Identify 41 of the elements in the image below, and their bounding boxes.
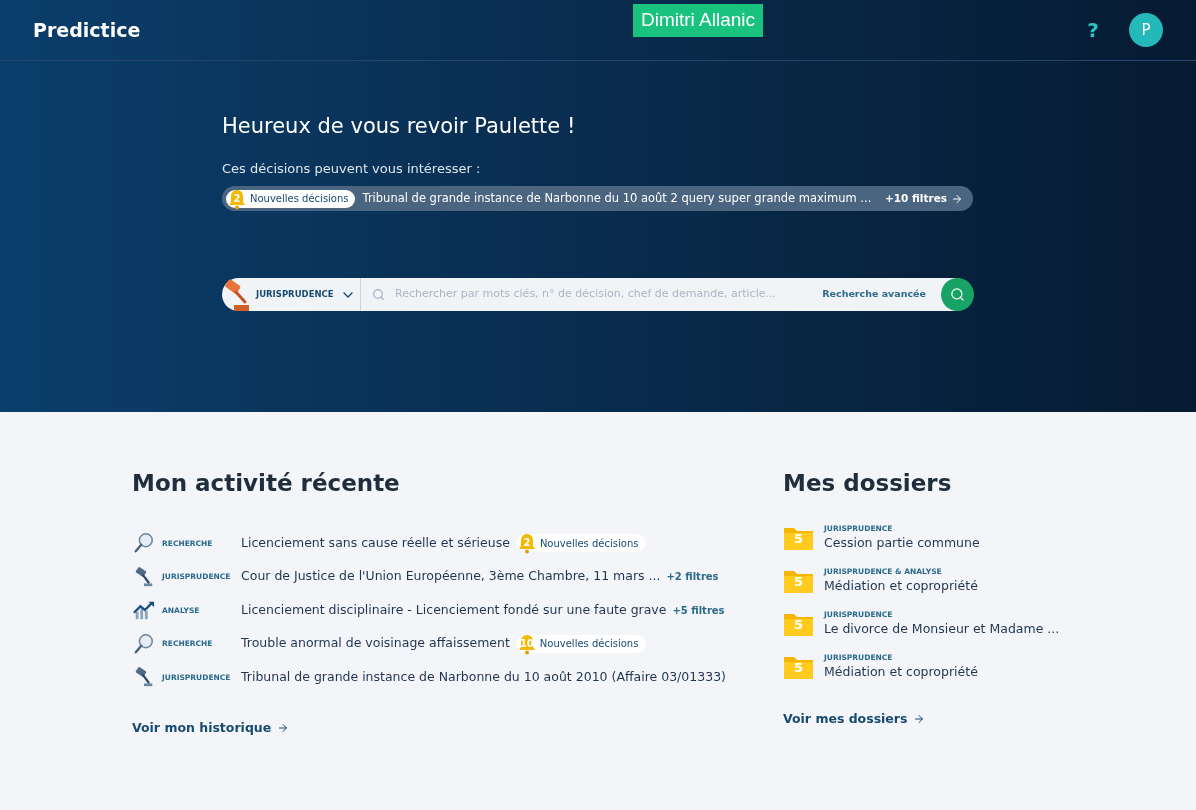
help-button[interactable]: ? (1081, 15, 1105, 45)
activity-title: Trouble anormal de voisinage affaissement (241, 634, 510, 653)
section-title: Mes dossiers (783, 469, 953, 498)
logo[interactable]: Predictice (33, 15, 141, 45)
activity-title: Licenciement sans cause réelle et sérieuse (241, 533, 510, 552)
gavel-icon (222, 278, 252, 311)
folders-link[interactable]: Voir mes dossiers (783, 709, 1083, 729)
section-title: Mon activité récente (132, 469, 401, 498)
activity-title: Cour de Justice de l'Union Européenne, 3ème Chambre, 11 mars ... (241, 567, 661, 586)
search-icon (372, 288, 385, 301)
arrow-right-icon (951, 192, 963, 205)
activity-title: Tribunal de grande instance de Narbonne du 10 août 2010 (Affaire 03/01333) (241, 667, 726, 686)
cursor-label: Dimitri Allanic (633, 4, 764, 37)
history-link[interactable]: Voir mon historique (132, 719, 783, 738)
folder-name: Médiation et copropriété (824, 576, 978, 595)
search-button[interactable] (941, 278, 974, 311)
folder-name: Médiation et copropriété (824, 662, 978, 681)
suggestion-label: Ces décisions peuvent vous intéresser : (222, 159, 482, 178)
folder-name: Le divorce de Monsieur et Madame ... (824, 619, 1060, 638)
magnifier-icon (133, 632, 155, 655)
suggestion-chip[interactable]: 2 Nouvelles décisions Tribunal de grande instance de Narbonne du 10 août 2 query super grande maximum ... +10 filtres (222, 186, 973, 211)
category-dropdown[interactable]: JURISPRUDENCE (252, 278, 360, 311)
new-decisions-badge: 2 Nouvelles décisions (226, 189, 355, 208)
chart-arrow-icon (132, 599, 156, 622)
greeting: Heureux de vous revoir Paulette ! (222, 113, 577, 140)
advanced-search-link[interactable]: Recherche avancée (822, 287, 926, 302)
gavel-icon (133, 666, 155, 689)
activity-title: Licenciement disciplinaire - Licenciement fondé sur une faute grave (241, 600, 667, 619)
suggestion-title: Tribunal de grande instance de Narbonne du 10 août 2 query super grande maximum ... (362, 189, 872, 207)
filters-count: +10 filtres (885, 190, 947, 206)
arrow-right-icon (277, 722, 290, 735)
filters-count: +2 filtres (666, 570, 719, 585)
gavel-icon (133, 565, 155, 588)
search-input[interactable]: Rechercher par mots clés, n° de décision, chef de demande, article... (395, 286, 823, 303)
arrow-right-icon (913, 712, 926, 725)
magnifier-icon (133, 532, 155, 555)
new-decisions-badge: 2 Nouvelles décisions (515, 534, 647, 553)
filters-count: +5 filtres (672, 603, 725, 618)
folder-name: Cession partie commune (824, 533, 980, 552)
search-icon (950, 287, 965, 302)
new-decisions-badge: 10 Nouvelles décisions (515, 634, 647, 653)
